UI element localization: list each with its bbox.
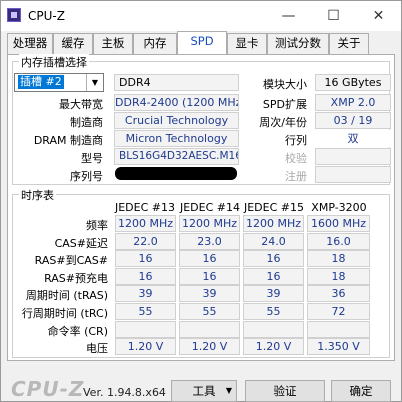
chevron-down-icon[interactable]: ▼: [86, 74, 103, 91]
timing-cell: 1200 MHz: [115, 215, 176, 232]
timing-cell: 16: [179, 250, 240, 267]
timing-cell: 24.0: [243, 233, 304, 250]
tab-cache[interactable]: 缓存: [53, 33, 93, 54]
timing-cell: 55: [179, 303, 240, 320]
registered-label: 注册: [285, 170, 307, 183]
tab-memory[interactable]: 内存: [133, 33, 177, 54]
timing-cell: 16: [115, 268, 176, 285]
manufacturer-label: 制造商: [70, 116, 103, 129]
validate-button[interactable]: 验证: [245, 380, 325, 402]
part-number-label: 型号: [81, 152, 103, 165]
timing-row-label: 周期时间 (tRAS): [25, 289, 108, 302]
timing-cell: 55: [243, 303, 304, 320]
serial-label: 序列号: [70, 170, 103, 183]
spd-ext-value: XMP 2.0: [315, 94, 391, 111]
timing-cell: [115, 321, 176, 338]
timing-cell: 16: [115, 250, 176, 267]
cpuz-logo: CPU-Z: [11, 377, 85, 401]
column-header: XMP-3200: [311, 201, 367, 214]
timing-cell: 23.0: [179, 233, 240, 250]
tab-bench[interactable]: 测试分数: [267, 33, 329, 54]
part-number-value: BLS16G4D32AESC.M16FE: [114, 148, 239, 165]
timing-cell: 1600 MHz: [307, 215, 370, 232]
rank-value: 双: [315, 130, 391, 147]
column-header: JEDEC #13: [114, 201, 175, 214]
timing-cell: 22.0: [115, 233, 176, 250]
timing-row-label: 命令率 (CR): [47, 325, 108, 338]
timing-cell: 39: [179, 285, 240, 302]
tab-spd[interactable]: SPD: [177, 31, 227, 55]
tools-button-label: 工具: [192, 384, 216, 398]
timing-cell: [179, 321, 240, 338]
dram-manufacturer-label: DRAM 制造商: [33, 134, 103, 147]
timing-row-label: 频率: [86, 219, 108, 232]
column-header: JEDEC #14: [179, 201, 240, 214]
module-size-label: 模块大小: [263, 78, 307, 91]
cpuz-app-icon: [7, 8, 21, 22]
max-bandwidth-label: 最大带宽: [59, 98, 103, 111]
timing-cell: 55: [115, 303, 176, 320]
spd-ext-label: SPD扩展: [262, 98, 307, 111]
timing-cell: 18: [307, 250, 370, 267]
ok-button[interactable]: 确定: [331, 380, 391, 402]
maximize-button[interactable]: ☐: [311, 1, 356, 31]
tab-graphics[interactable]: 显卡: [227, 33, 267, 54]
manufacturer-value: Crucial Technology: [114, 112, 239, 129]
slot-dropdown[interactable]: 插槽 #2 ▼: [14, 73, 104, 92]
timing-cell: 1.20 V: [243, 338, 304, 355]
serial-redaction: [115, 167, 237, 180]
timing-cell: 1.20 V: [179, 338, 240, 355]
timing-row-label: 电压: [86, 342, 108, 355]
timing-cell: 1.20 V: [115, 338, 176, 355]
memory-type: DDR4: [114, 74, 239, 91]
slot-group-title: 内存插槽选择: [19, 54, 89, 70]
timings-group-title: 时序表: [19, 187, 56, 203]
dram-manufacturer-value: Micron Technology: [114, 130, 239, 147]
timing-cell: 1200 MHz: [243, 215, 304, 232]
tab-about[interactable]: 关于: [329, 33, 369, 54]
checksum-label: 校验: [285, 152, 307, 165]
timing-cell: 18: [307, 268, 370, 285]
rank-label: 行列: [285, 134, 307, 147]
module-size-value: 16 GBytes: [315, 74, 391, 91]
tab-mainboard[interactable]: 主板: [93, 33, 133, 54]
timing-cell: 16: [179, 268, 240, 285]
week-year-value: 03 / 19: [315, 112, 391, 129]
slot-selected: 插槽 #2: [18, 75, 64, 89]
timing-cell: [243, 321, 304, 338]
window-title: CPU-Z: [28, 9, 65, 23]
timing-cell: 1.350 V: [307, 338, 370, 355]
version-text: Ver. 1.94.8.x64: [83, 386, 166, 399]
timing-row-label: RAS#预充电: [44, 272, 108, 285]
column-header: JEDEC #15: [243, 201, 304, 214]
checksum-value: [315, 148, 391, 165]
max-bandwidth-value: DDR4-2400 (1200 MHz): [114, 94, 239, 111]
timing-row-label: 行周期时间 (tRC): [21, 307, 108, 320]
timing-row-label: RAS#到CAS#: [34, 254, 108, 267]
cpuz-window: CPU-Z — ☐ ✕ 处理器 缓存 主板 内存 SPD 显卡 测试分数 关于 …: [0, 0, 402, 402]
timing-cell: 1200 MHz: [179, 215, 240, 232]
week-year-label: 周次/年份: [259, 116, 307, 129]
minimize-button[interactable]: —: [266, 1, 311, 31]
timing-cell: 36: [307, 285, 370, 302]
timing-cell: 39: [115, 285, 176, 302]
timing-cell: 39: [243, 285, 304, 302]
timing-cell: 16.0: [307, 233, 370, 250]
tools-button[interactable]: 工具 ▼: [171, 380, 237, 402]
chevron-down-icon: ▼: [225, 386, 232, 395]
title-bar[interactable]: CPU-Z — ☐ ✕: [1, 1, 401, 31]
registered-value: [315, 166, 391, 183]
close-button[interactable]: ✕: [356, 1, 401, 31]
timing-row-label: CAS#延迟: [54, 237, 108, 250]
timing-cell: [307, 321, 370, 338]
timing-cell: 16: [243, 268, 304, 285]
timing-cell: 72: [307, 303, 370, 320]
tab-processor[interactable]: 处理器: [7, 33, 53, 54]
timing-cell: 16: [243, 250, 304, 267]
